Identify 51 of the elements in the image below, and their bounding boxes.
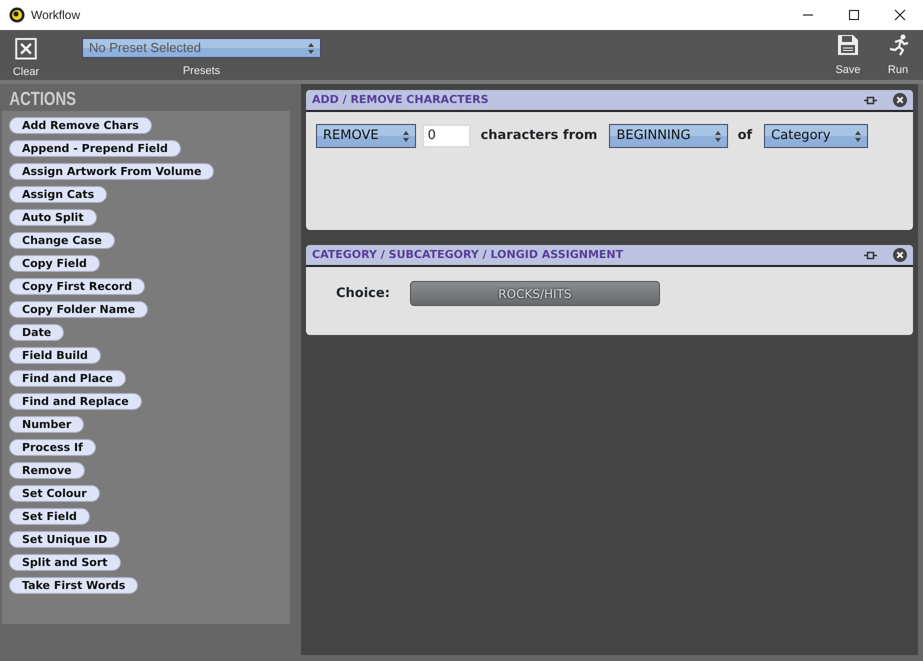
number-input[interactable]: 0 — [422, 124, 471, 148]
panel-title: ADD / REMOVE CHARACTERS — [312, 92, 489, 108]
action-button[interactable]: Add Remove Chars — [9, 117, 152, 134]
action-button[interactable]: Assign Cats — [9, 186, 108, 203]
action-button[interactable]: Change Case — [9, 232, 115, 249]
close-icon[interactable] — [893, 248, 907, 262]
app-logo-icon — [9, 7, 25, 23]
save-icon[interactable] — [837, 34, 859, 58]
run-label: Run — [888, 63, 908, 78]
dropdown-arrows-icon — [308, 42, 314, 54]
action-button[interactable]: Number — [9, 416, 84, 433]
label-text: of — [738, 127, 752, 146]
dropdown[interactable]: REMOVE — [316, 124, 416, 148]
action-button[interactable]: Set Unique ID — [9, 531, 120, 548]
pin-icon[interactable] — [864, 250, 877, 260]
action-button[interactable]: Copy Folder Name — [9, 301, 148, 318]
close-icon[interactable] — [894, 9, 906, 21]
dropdown[interactable]: BEGINNING — [609, 124, 728, 148]
preset-dropdown[interactable]: No Preset Selected — [82, 38, 321, 58]
panel-title: CATEGORY / SUBCATEGORY / LONGID ASSIGNMENT — [312, 246, 624, 263]
action-button[interactable]: Process If — [9, 439, 96, 456]
actions-heading: ACTIONS — [8, 88, 78, 111]
maximize-icon[interactable] — [848, 9, 860, 21]
action-button[interactable]: Split and Sort — [9, 554, 121, 571]
action-button[interactable]: Set Colour — [9, 485, 100, 502]
action-button[interactable]: Field Build — [9, 347, 101, 364]
action-button[interactable]: Assign Artwork From Volume — [9, 163, 214, 180]
runner-icon[interactable] — [887, 34, 909, 58]
dropdown-arrows-icon — [402, 130, 409, 142]
window-title: Workflow — [31, 7, 80, 24]
choice-label: Choice: — [336, 284, 390, 303]
label-text: characters from — [480, 127, 598, 146]
action-button[interactable]: Copy Field — [9, 255, 100, 272]
action-button[interactable]: Append - Prepend Field — [9, 140, 181, 157]
dropdown-arrows-icon — [854, 130, 861, 142]
action-button[interactable]: Remove — [9, 462, 85, 479]
action-button[interactable]: Copy First Record — [9, 278, 146, 295]
presets-label: Presets — [182, 64, 220, 79]
action-button[interactable]: Find and Place — [9, 370, 126, 387]
action-button[interactable]: Date — [9, 324, 64, 341]
dropdown[interactable]: Category — [764, 124, 868, 148]
close-icon[interactable] — [893, 93, 907, 107]
action-button[interactable]: Find and Replace — [9, 393, 142, 410]
clear-icon[interactable] — [15, 38, 37, 60]
pin-icon[interactable] — [864, 96, 877, 104]
dropdown-arrows-icon — [714, 130, 721, 142]
clear-label: Clear — [12, 64, 40, 80]
action-button[interactable]: Set Field — [9, 508, 90, 525]
action-button[interactable]: Auto Split — [9, 209, 97, 226]
action-button[interactable]: Take First Words — [9, 577, 138, 594]
save-label: Save — [835, 63, 861, 78]
